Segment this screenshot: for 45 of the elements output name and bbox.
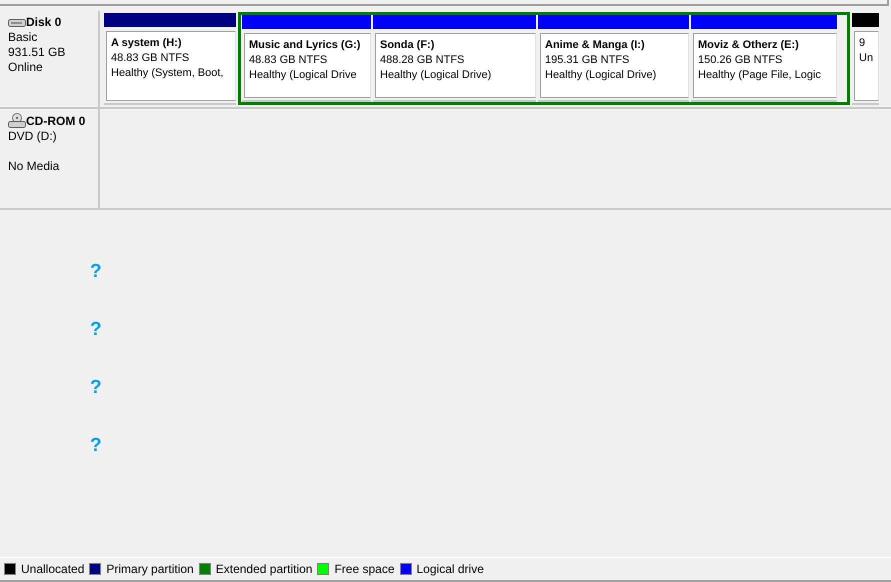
partition-info: Healthy (System, Boot, (111, 66, 224, 81)
partition-box[interactable]: 9 Un (854, 31, 879, 101)
disk-header[interactable]: CD-ROM 0 DVD (D:) No Media (0, 109, 100, 208)
partition-info: Healthy (Logical Drive) (545, 68, 656, 83)
partition-box[interactable]: Sonda (F:) 488.28 GB NTFS Healthy (Logical Drive) (375, 33, 536, 98)
partition-info: Healthy (Logical Drive (249, 68, 357, 83)
partition-info: 150.26 GB NTFS (698, 53, 782, 68)
partition-title: Music and Lyrics (G:) (249, 38, 360, 53)
question-mark: ? (90, 378, 102, 397)
legend-label: Unallocated (21, 562, 84, 576)
partition-info: 48.83 GB NTFS (249, 53, 328, 68)
partition-info: 488.28 GB NTFS (380, 53, 464, 68)
disk-info: Online (8, 60, 44, 75)
partition-title: Moviz & Otherz (E:) (698, 38, 799, 53)
legend-label: Extended partition (216, 562, 312, 576)
partition-box[interactable]: Anime & Manga (I:) 195.31 GB NTFS Healthy (Logical Drive) (540, 33, 689, 98)
partition-title: Anime & Manga (I:) (545, 38, 645, 53)
partition-box[interactable]: Music and Lyrics (G:) 48.83 GB NTFS Healthy (Logical Drive (244, 33, 371, 98)
legend-label: Logical drive (416, 562, 484, 576)
partition-box[interactable]: A system (H:) 48.83 GB NTFS Healthy (System, Boot, (106, 31, 236, 101)
partition-info: 195.31 GB NTFS (545, 53, 630, 68)
disk-info: 931.51 GB (8, 45, 66, 60)
disk-info: DVD (D:) (8, 129, 58, 144)
partition-info: Healthy (Page File, Logic (698, 68, 821, 83)
partition-title: A system (H:) (111, 36, 182, 51)
partition-info: Un (859, 51, 874, 66)
legend-label: Primary partition (106, 562, 194, 576)
disk-header[interactable]: Disk 0 Basic 931.51 GB Online (0, 11, 100, 107)
disk-name: Disk 0 (26, 15, 62, 30)
disk-status: No Media (8, 159, 60, 174)
partition-bar (852, 13, 879, 27)
partition-info: Healthy (Logical Drive) (380, 68, 492, 83)
partition-info: 48.83 GB NTFS (111, 51, 190, 66)
partition-info: 9 (859, 36, 866, 51)
question-mark: ? (90, 262, 102, 281)
hard-drive-icon (8, 18, 26, 28)
disk-name: CD-ROM 0 (26, 114, 86, 128)
question-mark: ? (90, 320, 102, 339)
cd-drive-icon (8, 113, 26, 129)
partition-box[interactable]: Moviz & Otherz (E:) 150.26 GB NTFS Healthy (Page File, Logic (693, 33, 837, 98)
disk-info: Basic (8, 30, 38, 45)
partition-title: Sonda (F:) (380, 38, 434, 53)
extended-partition[interactable] (238, 12, 850, 105)
question-mark: ? (90, 436, 102, 455)
legend-label: Free space (334, 562, 394, 576)
